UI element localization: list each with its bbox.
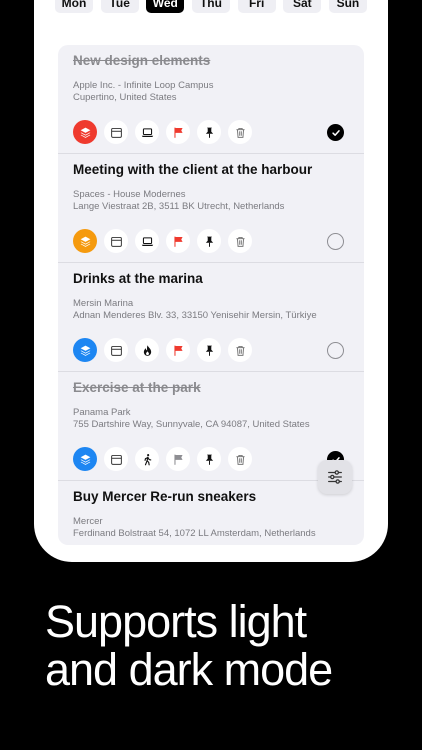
day-sun[interactable]: Sun bbox=[328, 0, 367, 13]
task-actions bbox=[73, 120, 259, 144]
pin-button[interactable] bbox=[197, 338, 221, 362]
task-title[interactable]: Drinks at the marina bbox=[73, 271, 203, 286]
flag-icon bbox=[172, 453, 185, 466]
day-mon[interactable]: Mon bbox=[55, 0, 93, 13]
location-address: Cupertino, United States bbox=[73, 92, 177, 103]
pin-icon bbox=[203, 344, 216, 357]
flag-icon bbox=[172, 235, 185, 248]
delete-button[interactable] bbox=[228, 338, 252, 362]
phone-screen: Mon Tue Wed Thu Fri Sat Sun New design e… bbox=[34, 0, 388, 562]
calendar-icon bbox=[110, 453, 123, 466]
tagline-line-2: and dark mode bbox=[45, 644, 333, 695]
context-button[interactable] bbox=[135, 229, 159, 253]
layers-icon bbox=[79, 453, 92, 466]
context-button[interactable] bbox=[135, 338, 159, 362]
trash-icon bbox=[234, 126, 247, 139]
marketing-tagline: Supports light and dark mode bbox=[45, 598, 405, 694]
task-actions bbox=[73, 447, 259, 471]
weekday-selector: Mon Tue Wed Thu Fri Sat Sun bbox=[34, 0, 388, 20]
day-thu[interactable]: Thu bbox=[191, 0, 230, 13]
pin-button[interactable] bbox=[197, 229, 221, 253]
location-name: Apple Inc. - Infinite Loop Campus bbox=[73, 80, 214, 91]
delete-button[interactable] bbox=[228, 447, 252, 471]
task-title[interactable]: Meeting with the client at the harbour bbox=[73, 162, 312, 177]
schedule-button[interactable] bbox=[104, 229, 128, 253]
trash-icon bbox=[234, 235, 247, 248]
flag-button[interactable] bbox=[166, 120, 190, 144]
location-address: 755 Dartshire Way, Sunnyvale, CA 94087, … bbox=[73, 419, 310, 430]
category-button[interactable] bbox=[73, 338, 97, 362]
schedule-button[interactable] bbox=[104, 447, 128, 471]
task-title[interactable]: New design elements bbox=[73, 53, 210, 68]
location-name: Spaces - House Modernes bbox=[73, 189, 186, 200]
task-location: Mersin Marina Adnan Menderes Blv. 33, 331… bbox=[73, 298, 317, 322]
checkmark-icon bbox=[331, 128, 341, 138]
category-button[interactable] bbox=[73, 120, 97, 144]
day-fri[interactable]: Fri bbox=[237, 0, 276, 13]
flag-icon bbox=[172, 344, 185, 357]
tagline-line-1: Supports light bbox=[45, 596, 307, 647]
pin-button[interactable] bbox=[197, 120, 221, 144]
location-address: Ferdinand Bolstraat 54, 1072 LL Amsterda… bbox=[73, 528, 316, 539]
layers-icon bbox=[79, 235, 92, 248]
calendar-icon bbox=[110, 344, 123, 357]
laptop-icon bbox=[141, 126, 154, 139]
task-location: Apple Inc. - Infinite Loop Campus Cuperti… bbox=[73, 80, 213, 104]
task-actions bbox=[73, 338, 259, 362]
location-name: Mersin Marina bbox=[73, 298, 134, 309]
category-button[interactable] bbox=[73, 447, 97, 471]
day-sat[interactable]: Sat bbox=[283, 0, 322, 13]
trash-icon bbox=[234, 453, 247, 466]
flame-icon bbox=[141, 344, 154, 357]
day-tue[interactable]: Tue bbox=[100, 0, 139, 13]
complete-checkbox[interactable] bbox=[327, 124, 344, 141]
context-button[interactable] bbox=[135, 447, 159, 471]
complete-checkbox[interactable] bbox=[327, 342, 344, 359]
pin-icon bbox=[203, 235, 216, 248]
flag-button[interactable] bbox=[166, 229, 190, 253]
task-item: New design elements Apple Inc. - Infinite… bbox=[58, 45, 364, 154]
pin-button[interactable] bbox=[197, 447, 221, 471]
walking-icon bbox=[141, 453, 154, 466]
task-location: Panama Park 755 Dartshire Way, Sunnyvale,… bbox=[73, 407, 310, 431]
delete-button[interactable] bbox=[228, 120, 252, 144]
calendar-icon bbox=[110, 126, 123, 139]
location-address: Adnan Menderes Blv. 33, 33150 Yenisehir … bbox=[73, 310, 317, 321]
task-item: Drinks at the marina Mersin Marina Adnan M… bbox=[58, 263, 364, 372]
layers-icon bbox=[79, 126, 92, 139]
trash-icon bbox=[234, 344, 247, 357]
location-name: Panama Park bbox=[73, 407, 131, 418]
flag-icon bbox=[172, 126, 185, 139]
layers-icon bbox=[79, 344, 92, 357]
laptop-icon bbox=[141, 235, 154, 248]
flag-button[interactable] bbox=[166, 447, 190, 471]
task-location: Mercer Ferdinand Bolstraat 54, 1072 LL Am… bbox=[73, 516, 316, 540]
sliders-icon bbox=[328, 470, 342, 484]
task-item: Meeting with the client at the harbour Sp… bbox=[58, 154, 364, 263]
category-button[interactable] bbox=[73, 229, 97, 253]
flag-button[interactable] bbox=[166, 338, 190, 362]
pin-icon bbox=[203, 126, 216, 139]
day-wed[interactable]: Wed bbox=[146, 0, 185, 13]
schedule-button[interactable] bbox=[104, 338, 128, 362]
calendar-icon bbox=[110, 235, 123, 248]
context-button[interactable] bbox=[135, 120, 159, 144]
pin-icon bbox=[203, 453, 216, 466]
complete-checkbox[interactable] bbox=[327, 233, 344, 250]
schedule-button[interactable] bbox=[104, 120, 128, 144]
location-address: Lange Viestraat 2B, 3511 BK Utrecht, Net… bbox=[73, 201, 285, 212]
delete-button[interactable] bbox=[228, 229, 252, 253]
task-item: Buy Mercer Re-run sneakers Mercer Ferdinan… bbox=[58, 481, 364, 545]
filter-button[interactable] bbox=[318, 460, 352, 494]
location-name: Mercer bbox=[73, 516, 103, 527]
task-actions bbox=[73, 229, 259, 253]
task-title[interactable]: Buy Mercer Re-run sneakers bbox=[73, 489, 256, 504]
task-location: Spaces - House Modernes Lange Viestraat 2… bbox=[73, 189, 284, 213]
task-title[interactable]: Exercise at the park bbox=[73, 380, 201, 395]
